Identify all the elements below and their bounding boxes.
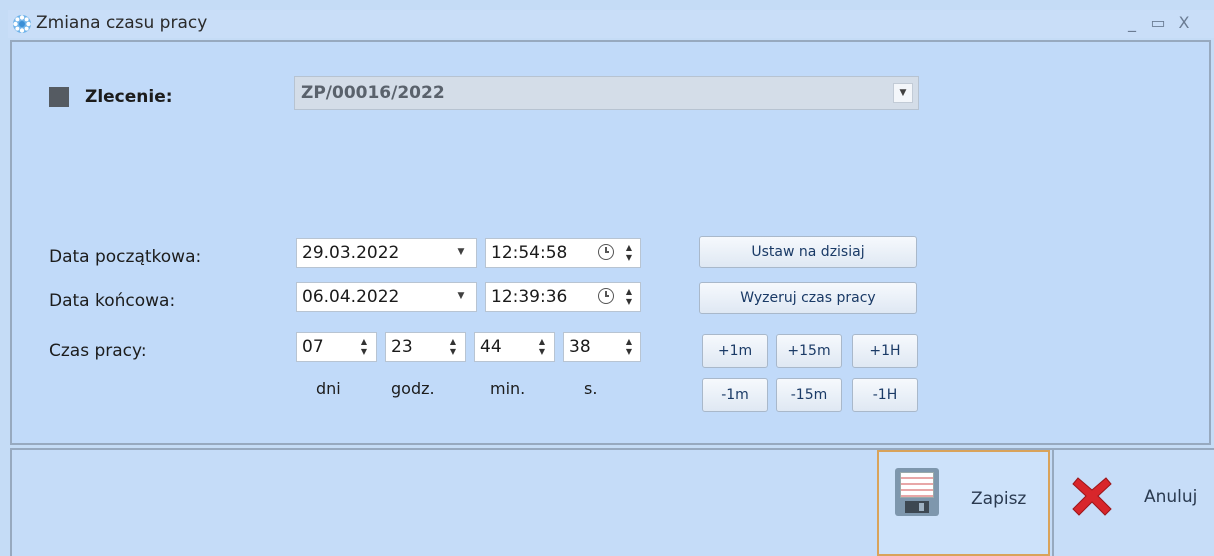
close-button[interactable]: X (1174, 12, 1194, 34)
order-value: ZP/00016/2022 (301, 83, 445, 103)
end-date-field[interactable]: 06.04.2022 ▼ (296, 282, 477, 312)
title-bar: Zmiana czasu pracy _ ▭ X (8, 10, 1214, 38)
save-label: Zapisz (971, 489, 1027, 509)
start-date-value: 29.03.2022 (302, 243, 400, 263)
start-date-field[interactable]: 29.03.2022 ▼ (296, 238, 477, 268)
maximize-button[interactable]: ▭ (1148, 12, 1168, 34)
reset-worktime-button[interactable]: Wyzeruj czas pracy (699, 282, 917, 314)
days-spinner[interactable]: ▲ ▼ (357, 337, 371, 359)
start-time-value: 12:54:58 (491, 243, 568, 263)
minutes-value: 44 (480, 337, 502, 357)
worktime-label: Czas pracy: (49, 341, 147, 361)
save-button[interactable]: Zapisz (877, 450, 1050, 556)
hours-value: 23 (391, 337, 413, 357)
seconds-spinner[interactable]: ▲ ▼ (622, 337, 636, 359)
red-x-icon (1072, 477, 1112, 516)
dialog-window: Zmiana czasu pracy _ ▭ X Zlecenie: ZP/00… (0, 0, 1214, 556)
start-time-field[interactable]: 12:54:58 ▲ ▼ (485, 238, 641, 268)
minutes-unit-label: min. (490, 379, 526, 398)
end-date-value: 06.04.2022 (302, 287, 400, 307)
hours-unit-label: godz. (391, 379, 435, 398)
set-today-button[interactable]: Ustaw na dzisiaj (699, 236, 917, 268)
end-date-dropdown-icon[interactable]: ▼ (451, 287, 471, 307)
start-date-dropdown-icon[interactable]: ▼ (451, 243, 471, 263)
hours-field[interactable]: 23 ▲ ▼ (385, 332, 466, 362)
app-icon (13, 15, 31, 33)
window-title: Zmiana czasu pracy (36, 13, 208, 33)
days-value: 07 (302, 337, 324, 357)
seconds-unit-label: s. (584, 379, 598, 398)
end-time-clock-icon[interactable] (598, 288, 614, 304)
hours-spinner[interactable]: ▲ ▼ (446, 337, 460, 359)
minus-15m-button[interactable]: -15m (776, 378, 842, 412)
minutes-spinner[interactable]: ▲ ▼ (535, 337, 549, 359)
cancel-button[interactable]: Anuluj (1052, 450, 1214, 556)
end-time-value: 12:39:36 (491, 287, 568, 307)
end-time-spinner[interactable]: ▲ ▼ (622, 287, 636, 309)
plus-1m-button[interactable]: +1m (702, 334, 768, 368)
floppy-disk-icon (895, 468, 939, 516)
days-unit-label: dni (316, 379, 341, 398)
order-status-flag (49, 87, 69, 107)
start-time-spinner[interactable]: ▲ ▼ (622, 243, 636, 265)
start-time-clock-icon[interactable] (598, 244, 614, 260)
minutes-field[interactable]: 44 ▲ ▼ (474, 332, 555, 362)
start-date-label: Data początkowa: (49, 247, 202, 267)
order-dropdown-button[interactable]: ▼ (893, 83, 913, 103)
days-field[interactable]: 07 ▲ ▼ (296, 332, 377, 362)
end-time-field[interactable]: 12:39:36 ▲ ▼ (485, 282, 641, 312)
cancel-label: Anuluj (1144, 487, 1198, 507)
minimize-button[interactable]: _ (1122, 12, 1142, 34)
plus-1h-button[interactable]: +1H (852, 334, 918, 368)
order-label: Zlecenie: (85, 87, 173, 107)
plus-15m-button[interactable]: +15m (776, 334, 842, 368)
end-date-label: Data końcowa: (49, 291, 176, 311)
minus-1h-button[interactable]: -1H (852, 378, 918, 412)
minus-1m-button[interactable]: -1m (702, 378, 768, 412)
order-combobox[interactable]: ZP/00016/2022 ▼ (294, 76, 919, 110)
seconds-field[interactable]: 38 ▲ ▼ (563, 332, 641, 362)
seconds-value: 38 (569, 337, 591, 357)
